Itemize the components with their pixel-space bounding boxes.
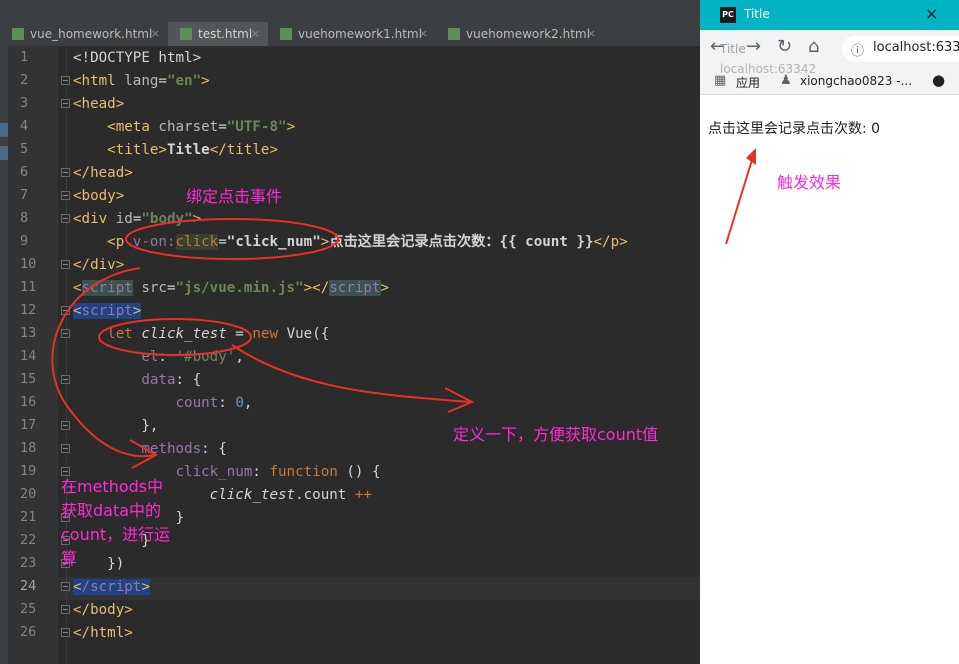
- annotation-define: 定义一下，方便获取count值: [453, 425, 659, 444]
- annotation-methods-4: 算: [61, 549, 78, 568]
- methods-arrowhead: [129, 439, 159, 469]
- click-ellipse: [125, 218, 339, 260]
- annotation-strokes: [51, 218, 475, 469]
- trigger-arrow-line: [725, 159, 753, 245]
- browser-window: PC Title × ← → ↻ ⌂ ⓘ localhost:633 Title…: [700, 0, 959, 664]
- define-arrow: [231, 344, 471, 403]
- annotation-trigger: 触发效果: [777, 173, 842, 192]
- annotation-methods-3: count，进行运: [61, 525, 171, 544]
- annotation-methods-1: 在methods中: [61, 477, 164, 496]
- methods-curve: [51, 267, 156, 458]
- code-editor: vue_homework.html × test.html × vuehomew…: [0, 0, 700, 664]
- annotation-bind-click: 绑定点击事件: [186, 187, 283, 206]
- annotation-methods-2: 获取data中的: [61, 501, 162, 520]
- variable-ellipse: [98, 318, 252, 356]
- trigger-arrow: [725, 148, 756, 245]
